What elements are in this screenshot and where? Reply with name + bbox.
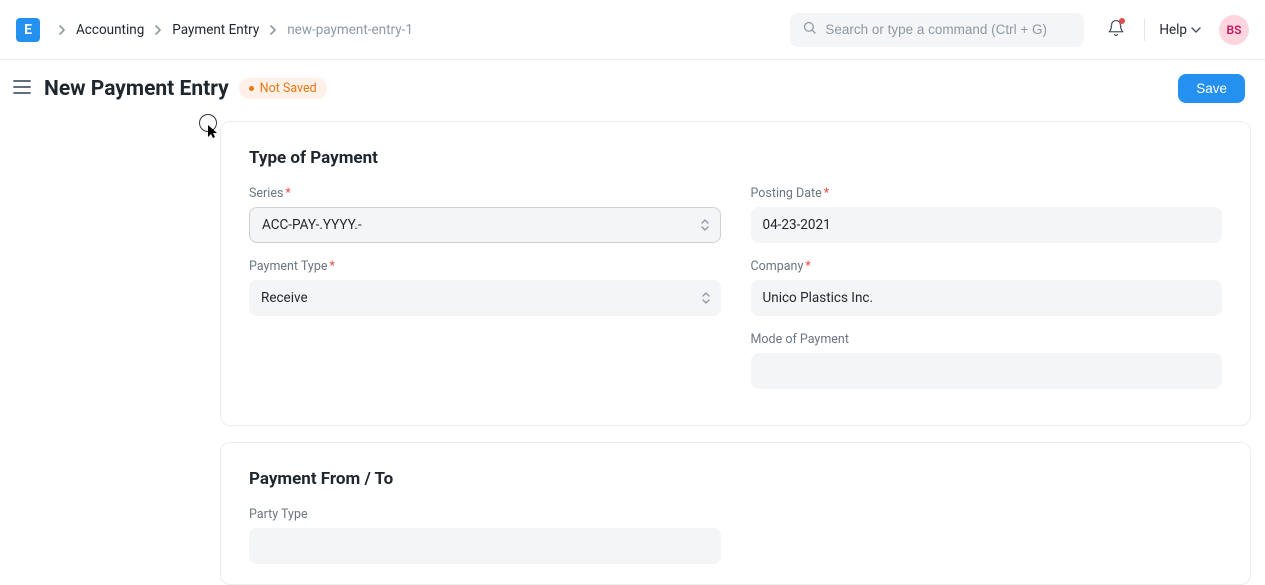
app-header: E Accounting Payment Entry new-payment-e… (0, 0, 1265, 60)
menu-icon (13, 80, 31, 98)
chevron-right-icon (154, 25, 162, 35)
party-type-input[interactable] (249, 528, 721, 564)
posting-date-value: 04-23-2021 (763, 217, 831, 233)
avatar[interactable]: BS (1219, 15, 1249, 45)
app-logo[interactable]: E (16, 18, 40, 42)
company-label: Company* (751, 259, 1223, 274)
chevron-down-icon (1191, 22, 1201, 38)
payment-type-value: Receive (261, 290, 308, 306)
series-select[interactable]: ACC-PAY-.YYYY.- (249, 207, 721, 243)
breadcrumb-payment-entry[interactable]: Payment Entry (172, 22, 259, 38)
status-badge: Not Saved (239, 78, 327, 99)
breadcrumb-accounting[interactable]: Accounting (76, 22, 144, 38)
sidebar-toggle[interactable] (10, 77, 34, 101)
company-input[interactable]: Unico Plastics Inc. (751, 280, 1223, 316)
page-title-row: New Payment Entry Not Saved Save (0, 60, 1265, 111)
company-value: Unico Plastics Inc. (763, 290, 874, 306)
help-menu[interactable]: Help (1159, 22, 1201, 38)
posting-date-input[interactable]: 04-23-2021 (751, 207, 1223, 243)
breadcrumb: Accounting Payment Entry new-payment-ent… (58, 22, 413, 38)
help-label: Help (1159, 22, 1187, 38)
status-text: Not Saved (260, 81, 317, 96)
select-stepper-icon (701, 291, 711, 305)
chevron-right-icon (58, 25, 66, 35)
card-type-of-payment: Type of Payment Series* ACC-PAY-.YYYY.- (220, 121, 1251, 426)
form-area: Type of Payment Series* ACC-PAY-.YYYY.- (0, 111, 1265, 585)
posting-date-label: Posting Date* (751, 186, 1223, 201)
mode-of-payment-input[interactable] (751, 353, 1223, 389)
chevron-right-icon (269, 25, 277, 35)
page-title: New Payment Entry (44, 77, 229, 101)
divider (1144, 19, 1145, 41)
party-type-label: Party Type (249, 507, 721, 522)
notifications-button[interactable] (1102, 16, 1130, 44)
card-payment-from-to: Payment From / To Party Type (220, 442, 1251, 585)
payment-type-label: Payment Type* (249, 259, 721, 274)
series-value: ACC-PAY-.YYYY.- (262, 217, 362, 233)
save-button[interactable]: Save (1178, 74, 1245, 103)
breadcrumb-current: new-payment-entry-1 (287, 22, 413, 38)
series-label: Series* (249, 186, 721, 201)
global-search[interactable] (790, 13, 1084, 47)
card-title: Payment From / To (249, 469, 1222, 489)
mode-of-payment-label: Mode of Payment (751, 332, 1223, 347)
card-title: Type of Payment (249, 148, 1222, 168)
search-icon (802, 20, 817, 39)
select-stepper-icon (700, 218, 710, 232)
header-actions: Help BS (1102, 15, 1249, 45)
payment-type-select[interactable]: Receive (249, 280, 721, 316)
bell-icon (1107, 19, 1125, 41)
search-input[interactable] (825, 22, 1072, 37)
